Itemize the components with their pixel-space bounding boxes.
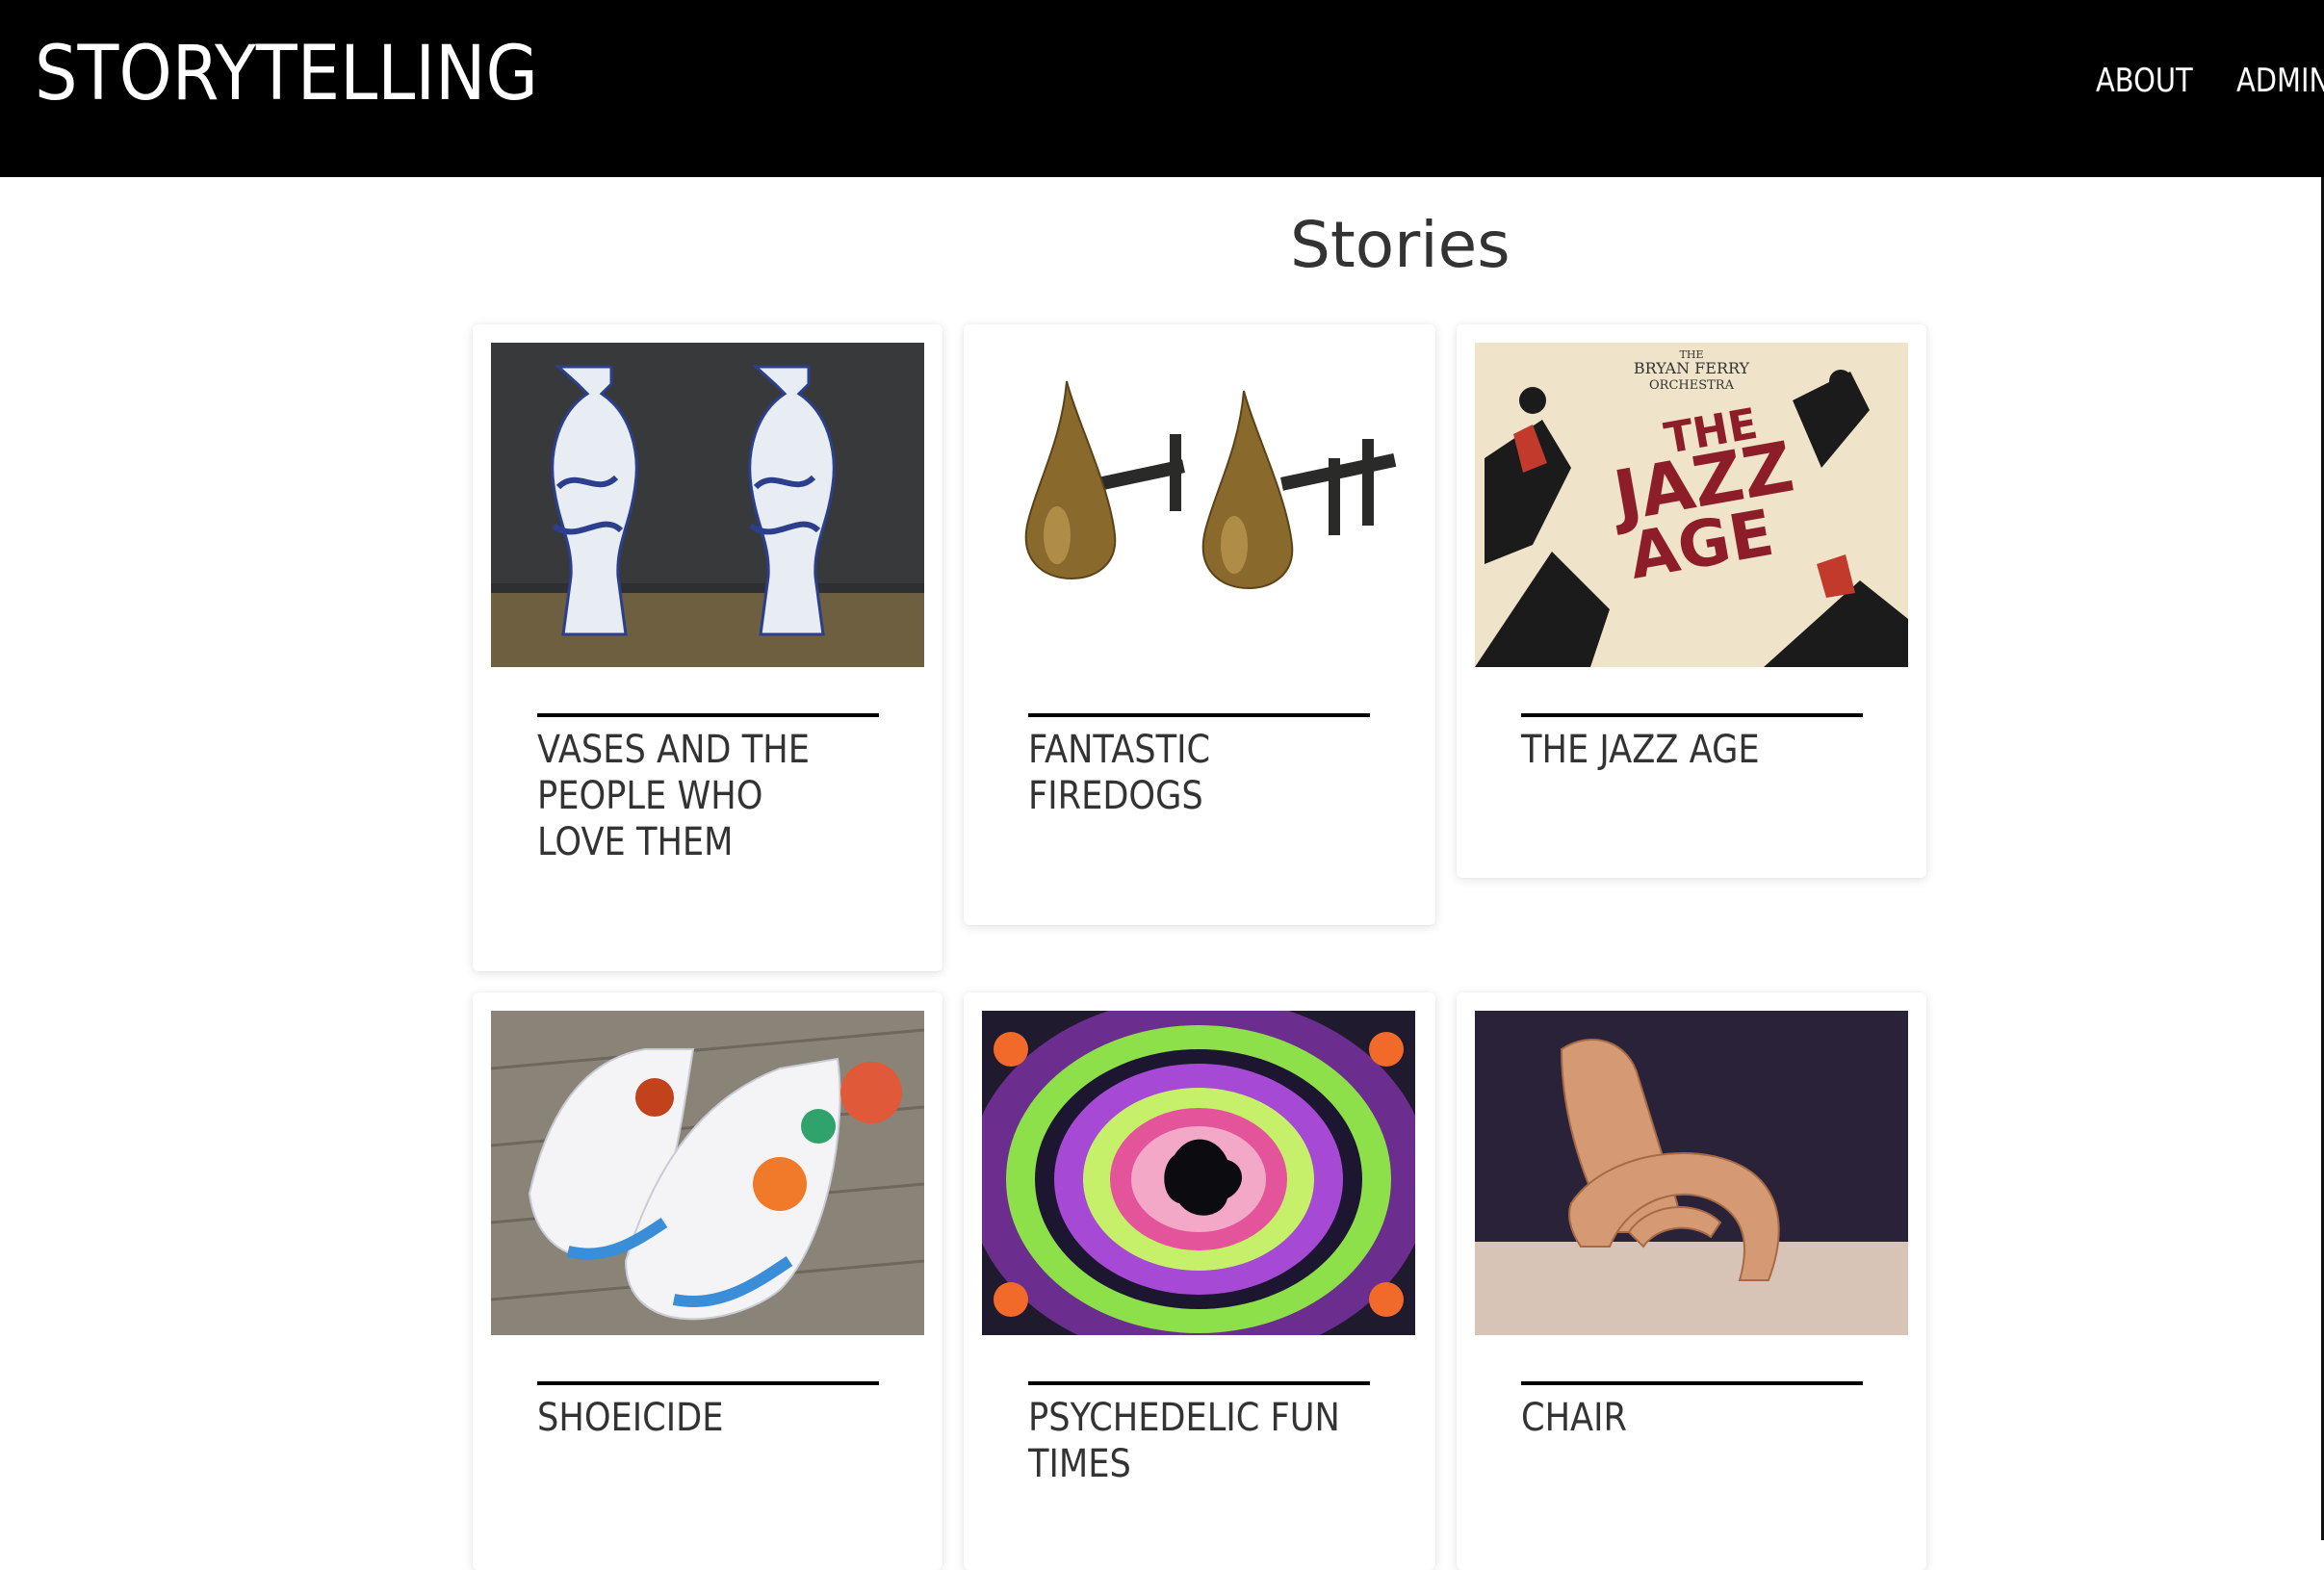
story-card-jazz-age[interactable]: THE BRYAN FERRY ORCHESTRA THE JAZZ AGE T…	[1457, 324, 1926, 878]
title-rule	[1028, 1381, 1370, 1385]
story-title[interactable]: THE JAZZ AGE	[1521, 727, 1843, 773]
title-rule	[1028, 713, 1370, 717]
nav-link-admin[interactable]: ADMIN	[2236, 62, 2324, 100]
site-brand-link[interactable]: STORYTELLING	[35, 31, 538, 117]
story-image-vases[interactable]	[491, 343, 924, 667]
story-title[interactable]: SHOEICIDE	[537, 1395, 859, 1441]
page-title: Stories	[1290, 208, 1511, 282]
story-card-vases[interactable]: VASES AND THE PEOPLE WHO LOVE THEM	[473, 324, 943, 971]
story-image-shoeicide[interactable]	[491, 1011, 924, 1335]
nav-link-about[interactable]: ABOUT	[2096, 62, 2193, 100]
cover-text-orchestra: ORCHESTRA	[1649, 378, 1735, 393]
story-image-firedogs[interactable]	[982, 343, 1415, 667]
story-image-psychedelic[interactable]	[982, 1011, 1415, 1335]
story-title[interactable]: VASES AND THE PEOPLE WHO LOVE THEM	[537, 727, 859, 865]
story-image-chair[interactable]	[1475, 1011, 1908, 1335]
title-rule	[1521, 1381, 1863, 1385]
story-image-jazz-age[interactable]: THE BRYAN FERRY ORCHESTRA THE JAZZ AGE	[1475, 343, 1908, 667]
story-title[interactable]: FANTASTIC FIREDOGS	[1028, 727, 1350, 819]
title-rule	[537, 1381, 879, 1385]
story-card-firedogs[interactable]: FANTASTIC FIREDOGS	[964, 324, 1435, 925]
story-card-psychedelic[interactable]: PSYCHEDELIC FUN TIMES	[964, 992, 1435, 1570]
title-rule	[537, 713, 879, 717]
story-title[interactable]: CHAIR	[1521, 1395, 1843, 1441]
top-navigation-bar: STORYTELLING ABOUT ADMIN	[0, 0, 2324, 177]
title-rule	[1521, 713, 1863, 717]
story-card-chair[interactable]: CHAIR	[1457, 992, 1926, 1570]
cover-text-bryan-ferry: BRYAN FERRY	[1634, 359, 1750, 377]
story-card-shoeicide[interactable]: SHOEICIDE	[473, 992, 943, 1570]
story-title[interactable]: PSYCHEDELIC FUN TIMES	[1028, 1395, 1350, 1487]
